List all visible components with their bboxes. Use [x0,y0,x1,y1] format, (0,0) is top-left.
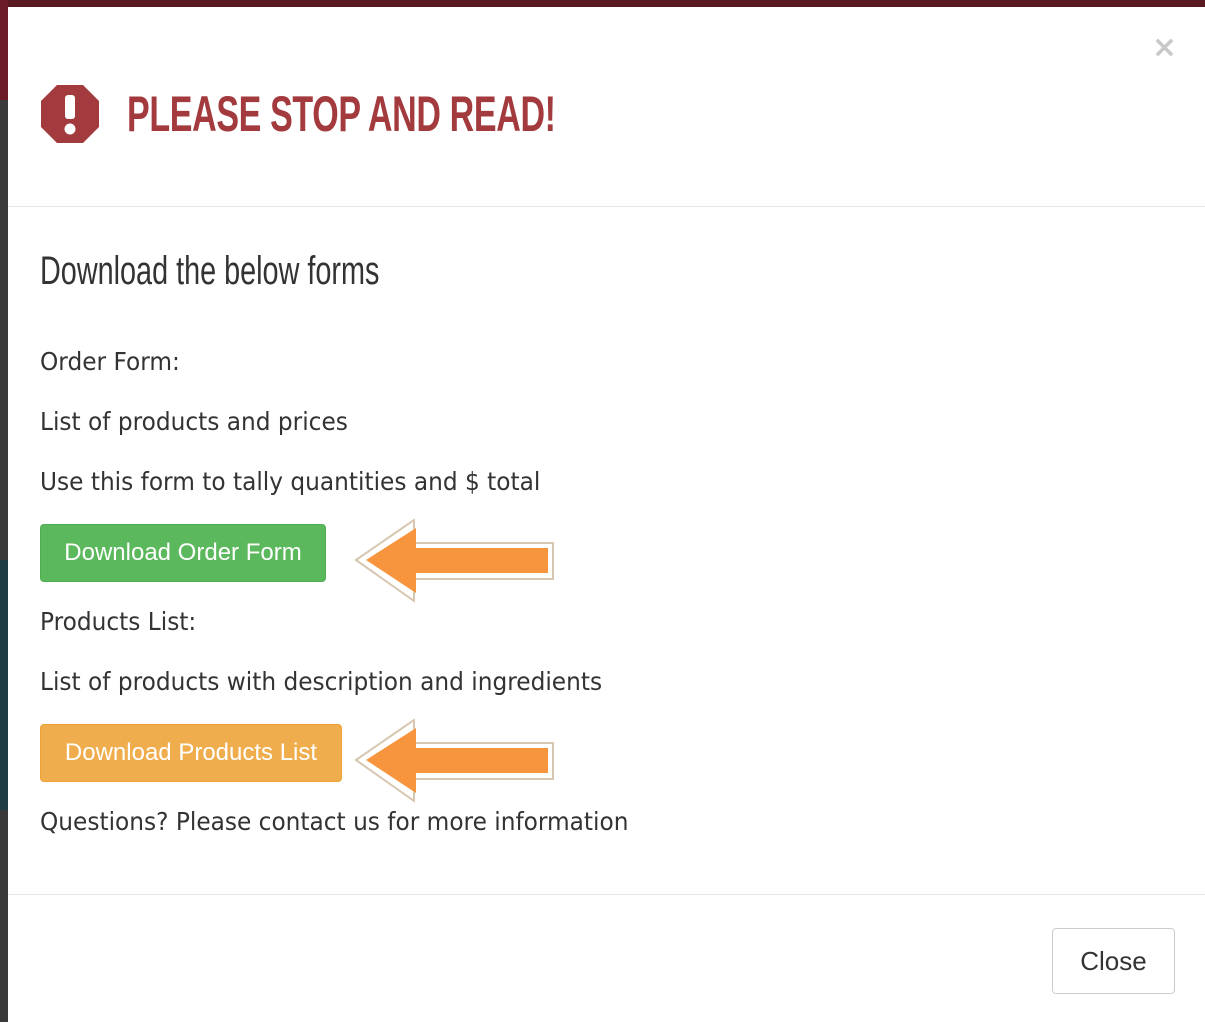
modal-header: × PLEASE STOP AND READ! [8,7,1205,207]
exclamation-octagon-icon [41,85,99,143]
order-form-instructions: Use this form to tally quantities and $ … [40,467,541,496]
backdrop-left-teal [0,560,8,810]
arrow-pointer-icon [354,718,554,803]
backdrop-left [0,0,8,1022]
products-list-description: List of products with description and in… [40,667,603,696]
close-icon[interactable]: × [1152,33,1177,63]
order-form-label: Order Form: [40,347,180,376]
section-heading: Download the below forms [40,249,380,293]
questions-text: Questions? Please contact us for more in… [40,807,629,836]
modal-title: PLEASE STOP AND READ! [127,86,556,142]
title-row: PLEASE STOP AND READ! [39,82,757,146]
download-products-list-button[interactable]: Download Products List [40,724,342,782]
backdrop-left-red [0,0,8,100]
arrow-pointer-icon [354,518,554,603]
close-button[interactable]: Close [1052,928,1175,994]
products-list-label: Products List: [40,607,197,636]
modal-footer: Close [8,894,1205,1023]
order-form-description: List of products and prices [40,407,348,436]
download-order-form-button[interactable]: Download Order Form [40,524,326,582]
backdrop-top [0,0,1205,7]
modal-dialog: × PLEASE STOP AND READ! Download the bel… [8,7,1205,1022]
